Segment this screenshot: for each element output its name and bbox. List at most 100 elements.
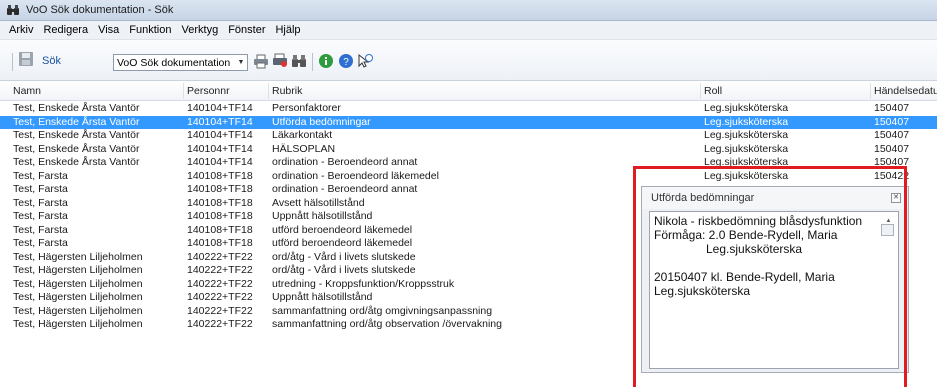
- cell-namn: Test, Hägersten Liljeholmen: [13, 277, 143, 290]
- popup-line: Nikola - riskbedömning blåsdysfunktion: [654, 214, 863, 228]
- popup-text-area[interactable]: Nikola - riskbedömning blåsdysfunktion F…: [649, 211, 899, 369]
- column-header-rubrik[interactable]: Rubrik: [272, 85, 302, 97]
- print-all-icon[interactable]: [272, 53, 288, 69]
- cell-rubrik: ordination - Beroendeord annat: [272, 156, 418, 168]
- cell-rubrik: utförd beroendeord läkemedel: [272, 223, 413, 236]
- table-row[interactable]: Test, Farsta 140108+TF18 ordination - Be…: [0, 170, 937, 183]
- cell-rubrik: utförd beroendeord läkemedel: [272, 237, 413, 249]
- cell-namn: Test, Farsta: [13, 183, 68, 195]
- search-type-select[interactable]: VoO Sök dokumentation ▼: [113, 54, 248, 71]
- scroll-up-icon[interactable]: ▲: [881, 214, 896, 224]
- cell-datum: 150407: [874, 129, 910, 141]
- cell-rubrik: sammanfattning ord/åtg observation /över…: [272, 318, 502, 330]
- menu-redigera[interactable]: Redigera: [38, 24, 93, 36]
- toolbar-separator: [12, 53, 13, 71]
- close-icon[interactable]: ✕: [891, 193, 901, 203]
- cell-personnr: 140104+TF14: [187, 102, 253, 114]
- cell-datum: 150407: [874, 142, 910, 155]
- cell-rubrik: Avsett hälsotillstånd: [272, 196, 365, 209]
- popup-scrollbar[interactable]: ▲: [881, 214, 896, 366]
- toolbar: Sök VoO Sök dokumentation ▼ ?: [0, 40, 937, 81]
- popup-title: Utförda bedömningar: [642, 187, 908, 209]
- column-divider[interactable]: [700, 83, 701, 99]
- table-row[interactable]: Test, Enskede Årsta Vantör 140104+TF14 U…: [0, 115, 937, 129]
- menu-bar: Arkiv Redigera Visa Funktion Verktyg Fön…: [0, 21, 937, 40]
- cell-namn: Test, Farsta: [13, 223, 68, 236]
- cell-personnr: 140108+TF18: [187, 237, 253, 249]
- cell-roll: Leg.sjuksköterska: [704, 156, 789, 168]
- menu-arkiv[interactable]: Arkiv: [4, 24, 38, 36]
- cell-datum: 150407: [874, 102, 910, 114]
- pointer-help-icon[interactable]: [357, 53, 373, 69]
- help-icon[interactable]: ?: [338, 53, 354, 69]
- cell-rubrik: Utförda bedömningar: [272, 115, 371, 128]
- column-divider[interactable]: [268, 83, 269, 99]
- column-divider[interactable]: [183, 83, 184, 99]
- print-icon[interactable]: [253, 53, 269, 69]
- column-divider[interactable]: [870, 83, 871, 99]
- cell-namn: Test, Enskede Årsta Vantör: [13, 129, 140, 141]
- menu-funktion[interactable]: Funktion: [124, 24, 176, 36]
- cell-personnr: 140108+TF18: [187, 223, 253, 236]
- search-button[interactable]: Sök: [38, 52, 65, 72]
- cell-personnr: 140222+TF22: [187, 250, 253, 263]
- column-header-roll[interactable]: Roll: [704, 85, 722, 97]
- cell-namn: Test, Enskede Årsta Vantör: [13, 115, 140, 128]
- cell-rubrik: Uppnått hälsotillstånd: [272, 210, 373, 222]
- save-icon[interactable]: [18, 51, 34, 67]
- cell-personnr: 140108+TF18: [187, 183, 253, 195]
- table-row[interactable]: Test, Enskede Årsta Vantör 140104+TF14 o…: [0, 156, 937, 169]
- cell-roll: Leg.sjuksköterska: [704, 115, 789, 128]
- popup-spacer: [654, 256, 894, 270]
- search-type-value: VoO Sök dokumentation: [117, 56, 231, 69]
- cell-personnr: 140108+TF18: [187, 169, 253, 182]
- cell-personnr: 140222+TF22: [187, 304, 253, 317]
- title-bar: VoO Sök dokumentation - Sök: [0, 0, 937, 21]
- column-header-personnr[interactable]: Personnr: [187, 85, 230, 97]
- cell-personnr: 140222+TF22: [187, 264, 253, 276]
- menu-hjalp[interactable]: Hjälp: [270, 24, 305, 36]
- cell-namn: Test, Hägersten Liljeholmen: [13, 318, 143, 330]
- menu-fonster[interactable]: Fönster: [223, 24, 270, 36]
- table-row[interactable]: Test, Enskede Årsta Vantör 140104+TF14 L…: [0, 129, 937, 142]
- cell-datum: 150407: [874, 156, 910, 168]
- chevron-down-icon[interactable]: ▼: [235, 55, 247, 70]
- cell-personnr: 140104+TF14: [187, 142, 253, 155]
- cell-roll: Leg.sjuksköterska: [704, 129, 789, 141]
- cell-rubrik: Läkarkontakt: [272, 129, 333, 141]
- cell-personnr: 140222+TF22: [187, 291, 253, 303]
- menu-visa[interactable]: Visa: [93, 24, 124, 36]
- cell-datum: 150407: [874, 115, 910, 128]
- cell-roll: Leg.sjuksköterska: [704, 102, 789, 114]
- cell-personnr: 140104+TF14: [187, 156, 253, 168]
- cell-datum: 150422: [874, 169, 910, 182]
- info-icon[interactable]: [318, 53, 334, 69]
- popup-line: 20150407 kl. Bende-Rydell, Maria: [654, 270, 835, 284]
- menu-verktyg[interactable]: Verktyg: [177, 24, 224, 36]
- cell-namn: Test, Hägersten Liljeholmen: [13, 291, 143, 303]
- table-row[interactable]: Test, Enskede Årsta Vantör 140104+TF14 H…: [0, 143, 937, 156]
- cell-rubrik: HÄLSOPLAN: [272, 142, 336, 155]
- cell-roll: Leg.sjuksköterska: [704, 142, 789, 155]
- cell-personnr: 140108+TF18: [187, 196, 253, 209]
- cell-namn: Test, Hägersten Liljeholmen: [13, 304, 143, 317]
- cell-rubrik: ordination - Beroendeord läkemedel: [272, 169, 439, 182]
- cell-personnr: 140222+TF22: [187, 277, 253, 290]
- cell-namn: Test, Hägersten Liljeholmen: [13, 264, 143, 276]
- cell-roll: Leg.sjuksköterska: [704, 169, 789, 182]
- cell-rubrik: sammanfattning ord/åtg omgivningsanpassn…: [272, 304, 493, 317]
- cell-namn: Test, Farsta: [13, 210, 68, 222]
- cell-rubrik: ord/åtg - Vård i livets slutskede: [272, 264, 416, 276]
- column-header-namn[interactable]: Namn: [13, 85, 41, 97]
- cell-personnr: 140108+TF18: [187, 210, 253, 222]
- binoculars-icon[interactable]: [291, 53, 307, 69]
- detail-popup: Utförda bedömningar ✕ Nikola - riskbedöm…: [641, 186, 909, 373]
- cell-rubrik: Personfaktorer: [272, 102, 341, 114]
- table-row[interactable]: Test, Enskede Årsta Vantör 140104+TF14 P…: [0, 102, 937, 115]
- popup-line: Leg.sjuksköterska: [706, 242, 803, 256]
- popup-line: Leg.sjuksköterska: [654, 284, 751, 298]
- cell-namn: Test, Enskede Årsta Vantör: [13, 156, 140, 168]
- scrollbar-thumb[interactable]: [881, 224, 894, 236]
- toolbar-separator: [312, 53, 313, 71]
- column-header-handelsedatum[interactable]: Händelsedatum: [874, 85, 937, 97]
